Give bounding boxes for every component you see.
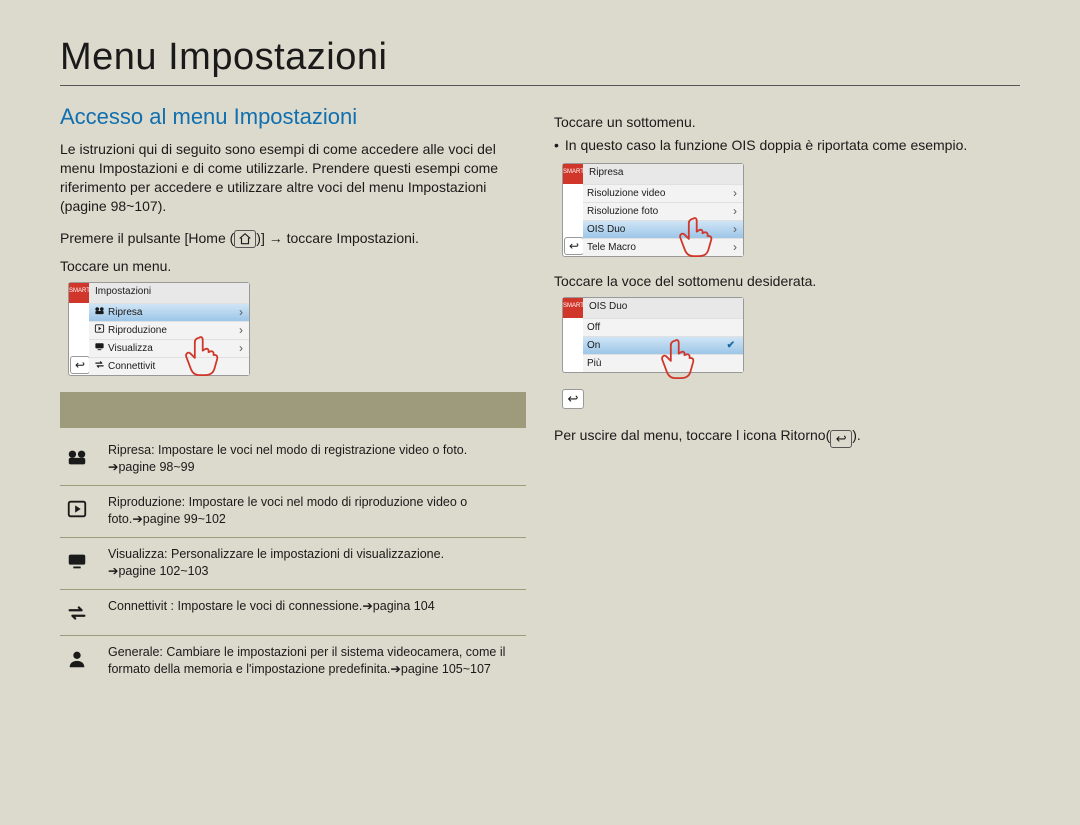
ois-option-label: On — [587, 340, 600, 351]
thumb-submenu: SMART Ripresa ↩ Risoluzione video › Risol… — [562, 163, 744, 257]
desc-text: Impostare le voci di connessione. — [174, 599, 362, 613]
menu-item-riproduzione[interactable]: Riproduzione › — [89, 321, 249, 339]
menu-item-label: Ripresa — [108, 307, 142, 318]
desc-page-ref: ➔pagina 104 — [362, 599, 434, 613]
desc-text: Personalizzare le impostazioni di visual… — [168, 547, 445, 561]
desc-row-generale: Generale: Cambiare le impostazioni per i… — [60, 636, 526, 687]
submenu-item-label: Tele Macro — [587, 242, 636, 253]
desc-row-ripresa: Ripresa: Impostare le voci nel modo di r… — [60, 434, 526, 486]
thumb-submenu-title: Ripresa — [583, 164, 743, 184]
menu-item-label: Riproduzione — [108, 325, 167, 336]
check-icon: ✔ — [727, 340, 739, 351]
desc-row-riproduzione: Riproduzione: Impostare le voci nel modo… — [60, 486, 526, 538]
thumb-ois: SMART OIS Duo Off On ✔ Più — [562, 297, 744, 373]
submenu-item-label: Risoluzione video — [587, 188, 665, 199]
ois-note: In questo caso la funzione OIS doppia è … — [566, 136, 1020, 155]
return-icon[interactable]: ↩ — [70, 356, 90, 374]
chevron-right-icon: › — [733, 240, 739, 254]
section-title: Accesso al menu Impostazioni — [60, 104, 526, 130]
submenu-item-label: Risoluzione foto — [587, 206, 658, 217]
display-icon — [62, 546, 92, 573]
desc-row-visualizza: Visualizza: Personalizzare le impostazio… — [60, 538, 526, 590]
step-touch-submenu: Toccare un sottomenu. — [554, 114, 1020, 130]
desc-label: Connettivit : — [108, 599, 174, 613]
return-icon[interactable]: ↩ — [562, 389, 584, 409]
return-icon: ↩ — [830, 430, 852, 448]
chevron-right-icon: › — [733, 222, 739, 236]
step-press-home-pre: Premere il pulsante [Home ( — [60, 230, 234, 246]
left-column: Accesso al menu Impostazioni Le istruzio… — [60, 104, 526, 687]
step-exit-post: ). — [852, 427, 861, 443]
right-column: Toccare un sottomenu. In questo caso la … — [554, 104, 1020, 687]
desc-page-ref: ➔pagine 99~102 — [132, 512, 226, 526]
camera-icon — [62, 442, 92, 469]
thumb-menu-title: Impostazioni — [89, 283, 249, 303]
camera-icon — [93, 305, 105, 319]
step-press-home-post: )] → toccare Impostazioni. — [256, 230, 419, 246]
home-icon — [234, 230, 256, 248]
menu-item-visualizza[interactable]: Visualizza › — [89, 339, 249, 357]
title-rule — [60, 85, 1020, 86]
chevron-right-icon: › — [733, 186, 739, 200]
desc-header-bar — [60, 392, 526, 428]
step-press-home: Premere il pulsante [Home ( )] → toccare … — [60, 230, 526, 248]
thumb-menu: SMART Impostazioni ↩ Ripresa › Riproduzio… — [68, 282, 250, 376]
intro-text: Le istruzioni qui di seguito sono esempi… — [60, 140, 526, 216]
submenu-item-label: OIS Duo — [587, 224, 625, 235]
chevron-right-icon: › — [239, 323, 245, 337]
play-icon — [62, 494, 92, 521]
chevron-right-icon: › — [733, 204, 739, 218]
menu-item-label: Visualizza — [108, 343, 153, 354]
swap-icon — [93, 359, 105, 373]
menu-item-label: Connettivit — [108, 361, 155, 372]
ois-option-piu[interactable]: Più — [583, 354, 743, 372]
desc-page-ref: ➔pagine 105~107 — [390, 662, 491, 676]
play-icon — [93, 323, 105, 337]
page-title: Menu Impostazioni — [60, 36, 1020, 79]
desc-table: Ripresa: Impostare le voci nel modo di r… — [60, 434, 526, 687]
ois-option-off[interactable]: Off — [583, 318, 743, 336]
return-icon[interactable]: ↩ — [564, 237, 584, 255]
desc-label: Visualizza: — [108, 547, 168, 561]
smart-badge-icon: SMART — [563, 164, 583, 184]
swap-icon — [62, 598, 92, 625]
desc-page-ref: ➔pagine 98~99 — [108, 460, 195, 474]
step-exit-pre: Per uscire dal menu, toccare l icona Rit… — [554, 427, 830, 443]
desc-page-ref: ➔pagine 102~103 — [108, 564, 209, 578]
menu-item-ripresa[interactable]: Ripresa › — [89, 303, 249, 321]
submenu-item-ois-duo[interactable]: OIS Duo › — [583, 220, 743, 238]
person-icon — [62, 644, 92, 671]
chevron-right-icon: › — [239, 305, 245, 319]
smart-badge-icon: SMART — [563, 298, 583, 318]
ois-option-on[interactable]: On ✔ — [583, 336, 743, 354]
desc-row-connettivit: Connettivit : Impostare le voci di conne… — [60, 590, 526, 636]
ois-option-label: Più — [587, 358, 601, 369]
smart-badge-icon: SMART — [69, 283, 89, 303]
step-touch-submenu-item: Toccare la voce del sottomenu desiderata… — [554, 273, 1020, 289]
submenu-item-risoluzione-video[interactable]: Risoluzione video › — [583, 184, 743, 202]
menu-item-connettivit[interactable]: Connettivit — [89, 357, 249, 375]
ois-option-label: Off — [587, 322, 600, 333]
submenu-item-tele-macro[interactable]: Tele Macro › — [583, 238, 743, 256]
chevron-right-icon: › — [239, 341, 245, 355]
submenu-item-risoluzione-foto[interactable]: Risoluzione foto › — [583, 202, 743, 220]
desc-label: Riproduzione: — [108, 495, 185, 509]
desc-label: Generale: — [108, 645, 163, 659]
step-exit: Per uscire dal menu, toccare l icona Rit… — [554, 427, 1020, 448]
desc-label: Ripresa: — [108, 443, 155, 457]
thumb-ois-title: OIS Duo — [583, 298, 743, 318]
step-touch-menu: Toccare un menu. — [60, 258, 526, 274]
display-icon — [93, 341, 105, 355]
desc-text: Impostare le voci nel modo di registrazi… — [155, 443, 468, 457]
